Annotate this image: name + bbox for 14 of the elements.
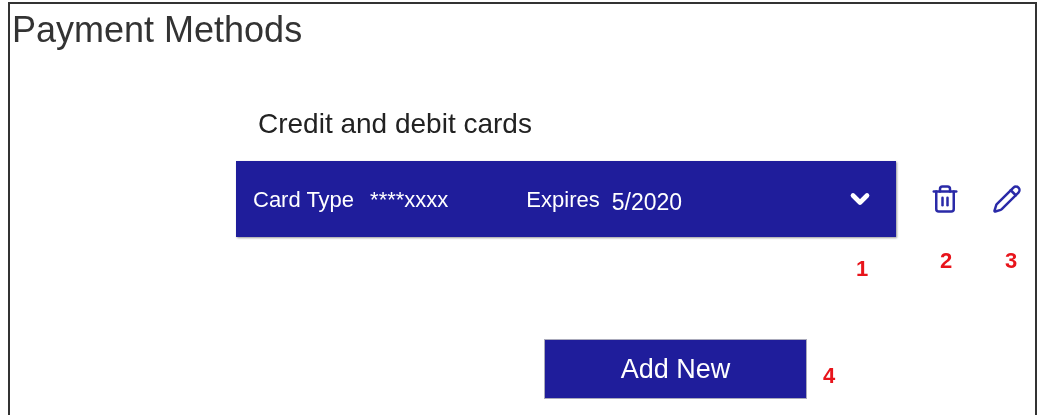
callout-number: 2 xyxy=(940,250,953,272)
callout-number: 1 xyxy=(856,258,869,280)
page-title: Payment Methods xyxy=(12,8,304,52)
add-new-button[interactable]: Add New xyxy=(544,339,807,399)
card-number: ****xxxx xyxy=(370,185,449,214)
callout-number: 3 xyxy=(1005,250,1018,272)
delete-icon[interactable] xyxy=(930,184,960,214)
expiry-date: 5/2020 xyxy=(611,187,683,217)
card-row[interactable]: Card Type ****xxxx Expires 5/2020 xyxy=(236,161,896,237)
section-title: Credit and debit cards xyxy=(258,107,533,141)
callout-number: 4 xyxy=(823,365,836,387)
expires-label: Expires xyxy=(526,185,600,214)
edit-icon[interactable] xyxy=(992,184,1022,214)
card-type: Card Type xyxy=(253,185,355,214)
